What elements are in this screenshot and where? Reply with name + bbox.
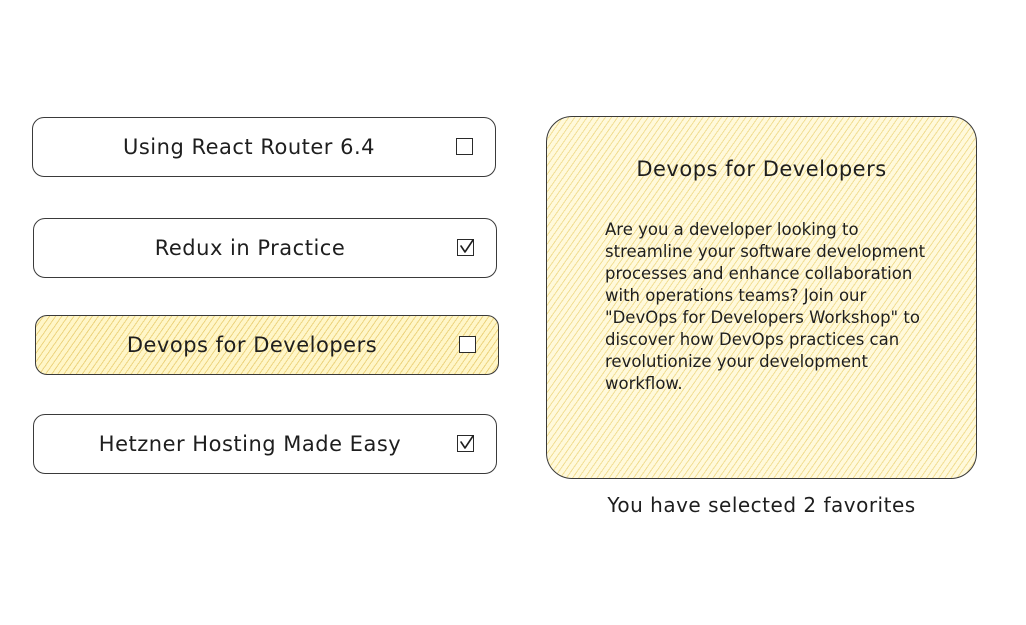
checkmark-icon: [460, 435, 474, 449]
course-item-hetzner[interactable]: Hetzner Hosting Made Easy: [33, 414, 497, 474]
favorite-checkbox[interactable]: [456, 138, 473, 155]
favorite-checkbox[interactable]: [459, 336, 476, 353]
course-item-label: Devops for Developers: [126, 333, 378, 357]
course-item-redux[interactable]: Redux in Practice: [33, 218, 497, 278]
course-item-label: Using React Router 6.4: [122, 135, 376, 159]
course-item-label: Redux in Practice: [154, 236, 346, 260]
course-item-react-router[interactable]: Using React Router 6.4: [32, 117, 496, 177]
favorite-checkbox[interactable]: [457, 435, 474, 452]
course-detail-panel: Devops for Developers Are you a develope…: [546, 116, 977, 479]
checkmark-icon: [460, 239, 474, 253]
favorite-checkbox[interactable]: [457, 239, 474, 256]
course-item-devops[interactable]: Devops for Developers: [35, 315, 499, 375]
detail-title: Devops for Developers: [636, 157, 887, 181]
favorites-summary: You have selected 2 favorites: [607, 493, 916, 517]
course-item-label: Hetzner Hosting Made Easy: [98, 432, 402, 456]
detail-description: Are you a developer looking to streamlin…: [605, 220, 926, 393]
